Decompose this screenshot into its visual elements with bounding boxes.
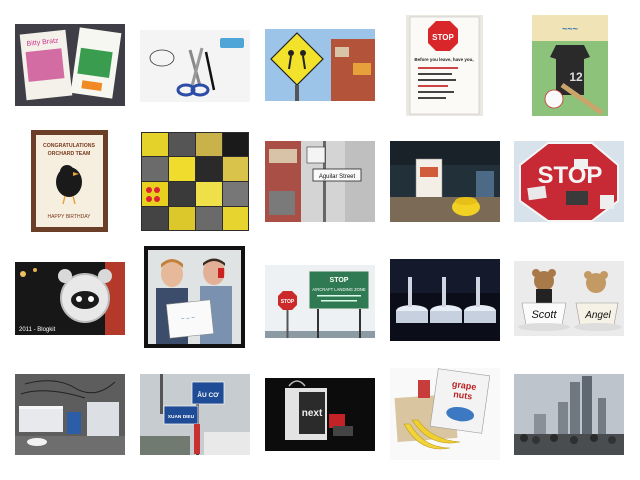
skyline-illustration xyxy=(514,374,624,455)
photo-colorful-books[interactable]: Bitty Bratz xyxy=(15,24,125,106)
street-sign-illustration: Aguilar Street xyxy=(265,141,375,222)
shopping-bag-illustration: next xyxy=(265,378,375,451)
photo-alarm-clock[interactable]: 2011 - Blogkit xyxy=(15,262,125,335)
cake-congrats-text: CONGRATULATIONS xyxy=(43,143,96,149)
baseball-cake-illustration: ~~~ 12 xyxy=(532,15,608,116)
sign-au-co: ÂU CƠ xyxy=(197,390,219,399)
photo-next-shopping-bag[interactable]: next xyxy=(265,378,375,451)
photo-two-men-with-sign[interactable]: ~ ~ ~ xyxy=(144,246,245,348)
books-illustration: Bitty Bratz xyxy=(15,24,125,106)
photo-street-name-signs[interactable]: ÂU CƠ XUAN DIEU xyxy=(140,374,250,455)
stop-poster-illustration: STOP Before you leave, have you, xyxy=(406,15,483,116)
svg-text:~~~: ~~~ xyxy=(562,24,578,34)
breakfast-illustration: grape nuts xyxy=(390,368,500,460)
cup-name-right: Angel xyxy=(584,310,611,321)
jersey-number: 12 xyxy=(569,70,583,84)
photo-poster-and-yellow-cup[interactable] xyxy=(390,141,500,222)
street-signs-illustration: ÂU CƠ XUAN DIEU xyxy=(140,374,250,455)
congrats-cake-illustration: CONGRATULATIONS ORCHARD TEAM HAPPY BIRTH… xyxy=(31,130,108,232)
cup-name-left: Scott xyxy=(531,309,557,321)
collage-illustration xyxy=(141,132,249,231)
consoles-illustration xyxy=(15,374,125,455)
pedestals-illustration xyxy=(390,259,500,341)
teddy-bears-illustration: Scott Angel xyxy=(514,261,624,336)
photo-city-skyline[interactable] xyxy=(514,374,624,455)
aircraft-sign-stop: STOP xyxy=(330,277,349,284)
cake-team-text: ORCHARD TEAM xyxy=(48,151,91,157)
sign-xuan-dieu: XUAN DIEU xyxy=(168,414,195,420)
stop-sign-word: STOP xyxy=(538,162,603,189)
street-name: Aguilar Street xyxy=(319,174,356,180)
photo-stop-sign-poster[interactable]: STOP Before you leave, have you, xyxy=(406,15,483,116)
cake-birthday-text: HAPPY BIRTHDAY xyxy=(47,214,91,220)
alarm-clock-illustration xyxy=(15,262,125,335)
photo-stop-sign-with-stickers[interactable]: STOP xyxy=(514,141,624,222)
scissors-illustration xyxy=(140,30,250,102)
photo-stop-aircraft-sign[interactable]: STOP STOP AIRCRAFT LANDING ZONE xyxy=(265,265,375,338)
aircraft-sign-illustration: STOP STOP AIRCRAFT LANDING ZONE xyxy=(265,265,375,338)
photo-game-consoles[interactable] xyxy=(15,374,125,455)
bag-logo-text: next xyxy=(302,408,323,419)
photo-baseball-cake[interactable]: ~~~ 12 xyxy=(532,15,608,116)
portrait-illustration: ~ ~ ~ xyxy=(144,246,245,348)
photo-scissors-and-pen[interactable] xyxy=(140,30,250,102)
stop-text: STOP xyxy=(432,33,454,42)
photo-grape-nuts-and-bananas[interactable]: grape nuts xyxy=(390,368,500,460)
photo-caption: 2011 - Blogkit xyxy=(19,327,56,333)
photo-congratulations-cake[interactable]: CONGRATULATIONS ORCHARD TEAM HAPPY BIRTH… xyxy=(31,130,108,232)
photo-teddy-bears-in-cups[interactable]: Scott Angel xyxy=(514,261,624,336)
photo-street-sign[interactable]: Aguilar Street xyxy=(265,141,375,222)
sticker-stop-illustration: STOP xyxy=(514,141,624,222)
photo-display-pedestals[interactable] xyxy=(390,259,500,341)
aircraft-sign-zone: AIRCRAFT LANDING ZONE xyxy=(312,287,366,292)
crossing-sign-illustration xyxy=(265,29,375,101)
photo-yellow-object-collage[interactable] xyxy=(141,132,249,231)
photo-school-crossing-sign[interactable] xyxy=(265,29,375,101)
svg-text:STOP: STOP xyxy=(281,299,295,305)
poster-heading: Before you leave, have you, xyxy=(414,57,473,62)
cafe-illustration xyxy=(390,141,500,222)
